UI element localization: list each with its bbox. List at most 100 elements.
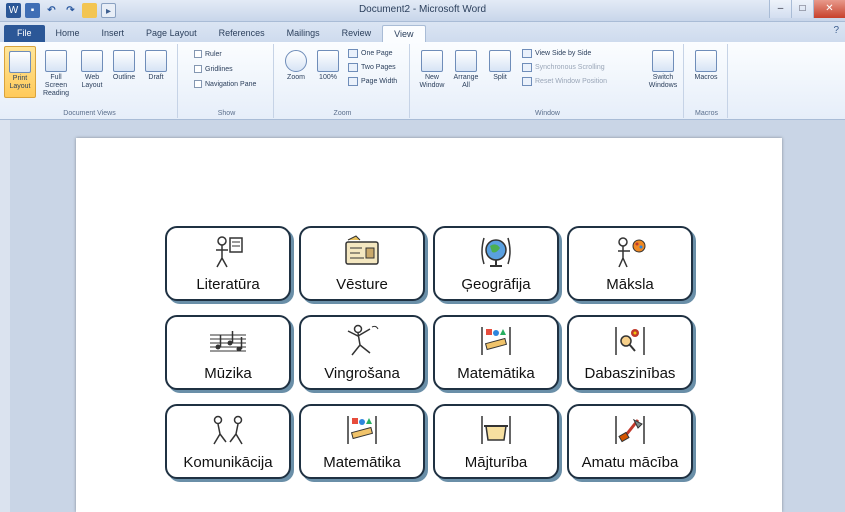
ruler-checkbox[interactable]: Ruler bbox=[194, 50, 222, 58]
split-button[interactable]: Split bbox=[484, 46, 516, 98]
tile-label: Dabaszinības bbox=[584, 365, 676, 382]
tile-label: Literatūra bbox=[196, 276, 260, 293]
history-icon bbox=[345, 235, 379, 265]
tile-label: Vingrošana bbox=[324, 365, 400, 382]
tile-label: Komunikācija bbox=[183, 454, 273, 471]
switch-windows-button[interactable]: Switch Windows bbox=[644, 46, 682, 98]
two-pages-button[interactable]: Two Pages bbox=[348, 63, 396, 72]
reset-position-icon bbox=[522, 77, 532, 86]
tab-insert[interactable]: Insert bbox=[91, 25, 136, 42]
draft-button[interactable]: Draft bbox=[140, 46, 172, 98]
tile-vingrosana[interactable]: Vingrošana bbox=[299, 315, 425, 390]
page-width-icon bbox=[348, 77, 358, 86]
tile-label: Matemātika bbox=[457, 365, 535, 382]
gridlines-checkbox[interactable]: Gridlines bbox=[194, 65, 233, 73]
print-layout-button[interactable]: Print Layout bbox=[4, 46, 36, 98]
web-layout-icon bbox=[81, 50, 103, 72]
minimize-button[interactable]: – bbox=[769, 0, 791, 18]
reset-window-position-button[interactable]: Reset Window Position bbox=[522, 77, 607, 86]
tab-page-layout[interactable]: Page Layout bbox=[135, 25, 208, 42]
two-pages-icon bbox=[348, 63, 358, 72]
group-label-show: Show bbox=[217, 110, 236, 117]
zoom-button[interactable]: Zoom bbox=[280, 46, 312, 98]
ribbon-tabs: File Home Insert Page Layout References … bbox=[0, 22, 845, 42]
one-page-icon bbox=[348, 49, 358, 58]
art-icon bbox=[618, 237, 646, 268]
tab-references[interactable]: References bbox=[208, 25, 276, 42]
new-window-button[interactable]: New Window bbox=[416, 46, 448, 98]
group-label-macros: Macros bbox=[695, 110, 718, 117]
tile-vesture[interactable]: Vēsture bbox=[299, 226, 425, 301]
tab-mailings[interactable]: Mailings bbox=[276, 25, 331, 42]
tile-matematika[interactable]: Matemātika bbox=[433, 315, 559, 390]
math-icon bbox=[481, 327, 511, 355]
group-window: New Window Arrange All Split View Side b… bbox=[412, 44, 684, 118]
one-page-button[interactable]: One Page bbox=[348, 49, 393, 58]
sync-scroll-icon bbox=[522, 63, 532, 72]
switch-windows-icon bbox=[652, 50, 674, 72]
tile-dabazinibas[interactable]: Dabaszinības bbox=[567, 315, 693, 390]
arrange-all-icon bbox=[455, 50, 477, 72]
macros-icon bbox=[695, 50, 717, 72]
view-side-by-side-button[interactable]: View Side by Side bbox=[522, 49, 591, 58]
maximize-button[interactable]: □ bbox=[791, 0, 813, 18]
web-layout-button[interactable]: Web Layout bbox=[76, 46, 108, 98]
group-label-document-views: Document Views bbox=[63, 110, 116, 117]
home-economics-icon bbox=[481, 416, 511, 444]
music-icon bbox=[210, 331, 246, 352]
tile-maksla[interactable]: Māksla bbox=[567, 226, 693, 301]
science-icon bbox=[615, 327, 645, 355]
print-layout-icon bbox=[9, 51, 31, 73]
group-macros: Macros Macros bbox=[686, 44, 728, 118]
magnifier-icon bbox=[285, 50, 307, 72]
zoom-100-button[interactable]: 100% bbox=[312, 46, 344, 98]
navigation-pane-checkbox[interactable]: Navigation Pane bbox=[194, 80, 256, 88]
group-document-views: Print Layout Full Screen Reading Web Lay… bbox=[2, 44, 178, 118]
outline-button[interactable]: Outline bbox=[108, 46, 140, 98]
macros-button[interactable]: Macros bbox=[690, 46, 722, 98]
globe-icon bbox=[481, 237, 511, 267]
side-by-side-icon bbox=[522, 49, 532, 58]
group-label-window: Window bbox=[535, 110, 560, 117]
tab-home[interactable]: Home bbox=[45, 25, 91, 42]
arrange-all-button[interactable]: Arrange All bbox=[450, 46, 482, 98]
group-zoom: Zoom 100% One Page Two Pages Page Width … bbox=[276, 44, 410, 118]
tab-review[interactable]: Review bbox=[331, 25, 383, 42]
group-label-zoom: Zoom bbox=[333, 110, 352, 117]
help-icon[interactable]: ? bbox=[833, 25, 839, 36]
tile-label: Matemātika bbox=[323, 454, 401, 471]
tile-literatura[interactable]: Literatūra bbox=[165, 226, 291, 301]
title-bar: W ▪ ↶ ↷ ▸ Document2 - Microsoft Word – □… bbox=[0, 0, 845, 22]
tile-komunikacija[interactable]: Komunikācija bbox=[165, 404, 291, 479]
outline-icon bbox=[113, 50, 135, 72]
new-window-icon bbox=[421, 50, 443, 72]
tab-view[interactable]: View bbox=[382, 25, 426, 42]
full-screen-reading-button[interactable]: Full Screen Reading bbox=[40, 46, 72, 98]
split-icon bbox=[489, 50, 511, 72]
math-icon bbox=[347, 416, 377, 444]
window-title: Document2 - Microsoft Word bbox=[358, 4, 487, 15]
tile-matematika-2[interactable]: Matemātika bbox=[299, 404, 425, 479]
synchronous-scrolling-button[interactable]: Synchronous Scrolling bbox=[522, 63, 605, 72]
tile-label: Vēsture bbox=[336, 276, 388, 293]
tile-label: Mājturība bbox=[464, 454, 528, 471]
group-show: Ruler Gridlines Navigation Pane Show bbox=[180, 44, 274, 118]
tile-label: Ģeogrāfija bbox=[461, 276, 531, 293]
ribbon: Print Layout Full Screen Reading Web Lay… bbox=[0, 42, 845, 120]
tile-geografija[interactable]: Ģeogrāfija bbox=[433, 226, 559, 301]
gymnastics-icon bbox=[347, 324, 379, 356]
tile-amatu-maciba[interactable]: Amatu mācība bbox=[567, 404, 693, 479]
tile-majturiba[interactable]: Mājturība bbox=[433, 404, 559, 479]
page-width-button[interactable]: Page Width bbox=[348, 77, 397, 86]
page-100-icon bbox=[317, 50, 339, 72]
vertical-ruler bbox=[0, 120, 10, 512]
tile-label: Māksla bbox=[606, 276, 654, 293]
reading-icon bbox=[216, 236, 243, 268]
tile-muzika[interactable]: Mūzika bbox=[165, 315, 291, 390]
communication-icon bbox=[213, 415, 243, 445]
tile-label: Amatu mācība bbox=[581, 454, 679, 471]
tab-file[interactable]: File bbox=[4, 25, 45, 42]
crafts-icon bbox=[615, 416, 645, 444]
close-button[interactable]: ✕ bbox=[813, 0, 845, 18]
full-screen-reading-icon bbox=[45, 50, 67, 72]
